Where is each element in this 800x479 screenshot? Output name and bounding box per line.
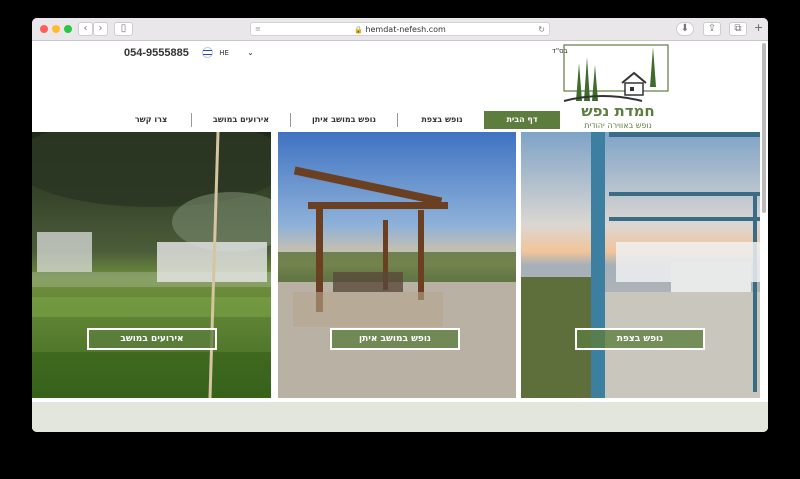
site-logo[interactable]: חמדת נפש נופש באווירה יהודית bbox=[562, 43, 672, 133]
logo-title: חמדת נפש bbox=[581, 102, 655, 120]
back-icon[interactable]: ‹ bbox=[78, 22, 93, 36]
chevron-down-icon: ⌄ bbox=[247, 47, 254, 57]
reload-icon[interactable]: ↻ bbox=[538, 23, 545, 36]
browser-titlebar: ‹ › ▯ ≡ 🔒 hemdat-nefesh.com ↻ ⬇ ⇪ ⧉ + bbox=[32, 18, 768, 41]
eitan-button[interactable]: נופש במושב איתן bbox=[330, 328, 460, 350]
address-bar[interactable]: ≡ 🔒 hemdat-nefesh.com ↻ bbox=[250, 22, 550, 36]
minimize-window-button[interactable] bbox=[52, 25, 60, 33]
menu-divider bbox=[397, 113, 398, 127]
menu-item-home[interactable]: דף הבית bbox=[484, 111, 560, 129]
tile-safed[interactable]: נופש בצפת bbox=[521, 132, 760, 398]
maximize-window-button[interactable] bbox=[64, 25, 72, 33]
footer-band bbox=[32, 402, 768, 432]
pergola-garden-photo bbox=[278, 132, 516, 398]
israel-flag-icon bbox=[202, 47, 213, 58]
share-icon[interactable]: ⇪ bbox=[703, 22, 721, 36]
downloads-icon[interactable]: ⬇ bbox=[676, 22, 694, 36]
tabs-icon[interactable]: ⧉ bbox=[729, 22, 747, 36]
sidebar-toggle-icon[interactable]: ▯ bbox=[114, 22, 133, 36]
forward-icon[interactable]: › bbox=[93, 22, 108, 36]
garden-wedding-photo bbox=[32, 132, 271, 398]
page-scrollbar[interactable] bbox=[762, 43, 766, 213]
terrace-view-photo bbox=[521, 132, 760, 398]
language-label: HE bbox=[219, 48, 229, 57]
lock-icon: 🔒 bbox=[354, 26, 363, 34]
menu-item-contact[interactable]: צרו קשר bbox=[116, 111, 186, 129]
menu-divider bbox=[191, 113, 192, 127]
tile-eitan[interactable]: נופש במושב איתן bbox=[278, 132, 516, 398]
phone-number[interactable]: 054-9555885 bbox=[124, 47, 189, 59]
web-page: 054-9555885 HE ⌄ בס"ד חמדת נפש נופש באוו… bbox=[32, 41, 768, 432]
menu-divider bbox=[290, 113, 291, 127]
menu-item-safed[interactable]: נופש בצפת bbox=[402, 111, 482, 129]
language-selector[interactable]: HE ⌄ bbox=[202, 47, 254, 58]
logo-tagline: נופש באווירה יהודית bbox=[584, 121, 652, 130]
safed-button[interactable]: נופש בצפת bbox=[575, 328, 705, 350]
menu-item-eitan[interactable]: נופש במושב איתן bbox=[294, 111, 394, 129]
main-menu: צרו קשר אירועים במושב נופש במושב איתן נו… bbox=[116, 111, 562, 129]
events-button[interactable]: אירועים במושב bbox=[87, 328, 217, 350]
new-tab-icon[interactable]: + bbox=[754, 21, 763, 34]
close-window-button[interactable] bbox=[40, 25, 48, 33]
tile-events[interactable]: אירועים במושב bbox=[32, 132, 271, 398]
url-text: hemdat-nefesh.com bbox=[365, 25, 446, 34]
browser-window: ‹ › ▯ ≡ 🔒 hemdat-nefesh.com ↻ ⬇ ⇪ ⧉ + 05… bbox=[32, 18, 768, 432]
menu-item-events[interactable]: אירועים במושב bbox=[196, 111, 286, 129]
